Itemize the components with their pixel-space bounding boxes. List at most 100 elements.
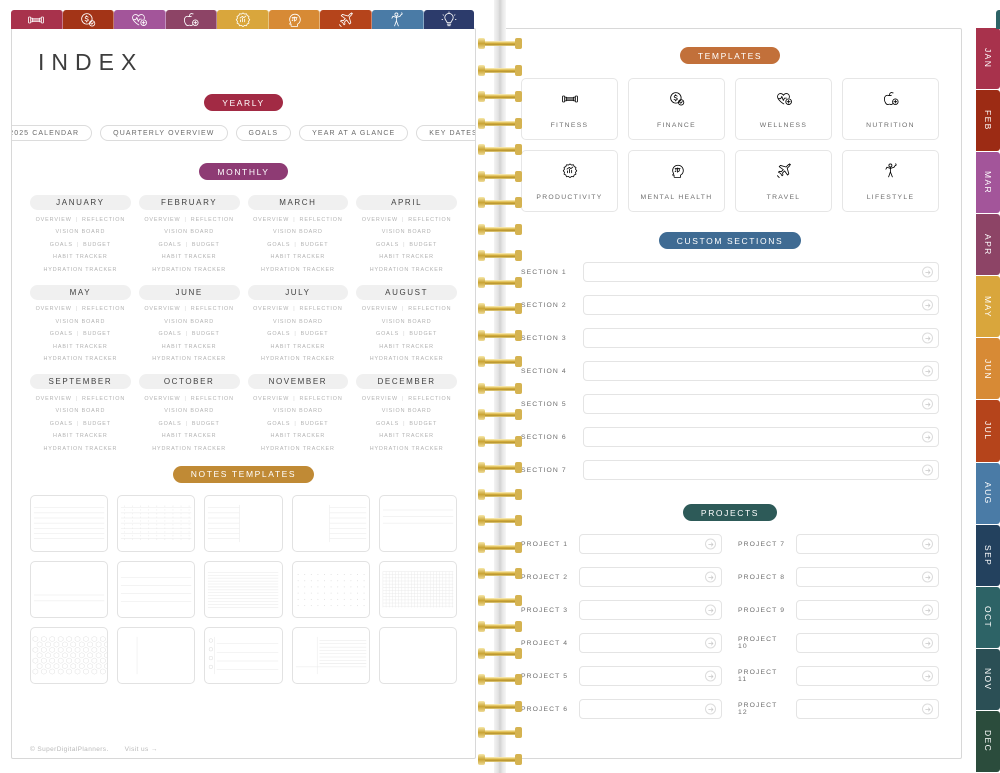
month-tab-may[interactable]: MAY <box>976 276 1000 338</box>
month-link-vision-board[interactable]: VISION BOARD <box>248 229 349 235</box>
note-template-wide-lines-sparse[interactable] <box>117 560 196 618</box>
note-template-dashed-grid[interactable] <box>117 494 196 552</box>
arrow-right-circle-icon[interactable] <box>705 538 716 550</box>
arrow-right-circle-icon[interactable] <box>922 464 933 476</box>
custom-section-6-input[interactable] <box>583 427 939 447</box>
month-link-hydration-tracker[interactable]: HYDRATION TRACKER <box>356 446 457 452</box>
month-link-habit-tracker[interactable]: HABIT TRACKER <box>30 254 131 260</box>
arrow-right-circle-icon[interactable] <box>922 604 933 616</box>
month-link-habit-tracker[interactable]: HABIT TRACKER <box>248 254 349 260</box>
month-link-goals-budget[interactable]: GOALS | BUDGET <box>30 421 131 427</box>
month-tab-sep[interactable]: SEP <box>976 524 1000 586</box>
month-link-hydration-tracker[interactable]: HYDRATION TRACKER <box>248 446 349 452</box>
month-link-vision-board[interactable]: VISION BOARD <box>356 319 457 325</box>
month-link-goals-budget[interactable]: GOALS | BUDGET <box>248 421 349 427</box>
monthly-heading[interactable]: MONTHLY <box>199 163 288 180</box>
arrow-right-circle-icon[interactable] <box>922 332 933 344</box>
category-tab-travel[interactable] <box>320 10 372 29</box>
month-link-vision-board[interactable]: VISION BOARD <box>139 408 240 414</box>
project-12-input[interactable] <box>796 699 939 719</box>
month-tab-dec[interactable]: DEC <box>976 710 1000 772</box>
month-link-overview-reflection[interactable]: OVERVIEW | REFLECTION <box>356 396 457 402</box>
month-name-december[interactable]: DECEMBER <box>356 374 457 389</box>
note-template-blank-page[interactable] <box>378 626 457 684</box>
month-link-overview-reflection[interactable]: OVERVIEW | REFLECTION <box>248 396 349 402</box>
month-link-habit-tracker[interactable]: HABIT TRACKER <box>139 254 240 260</box>
notes-templates-heading[interactable]: NOTES TEMPLATES <box>172 465 315 483</box>
month-link-goals-budget[interactable]: GOALS | BUDGET <box>30 331 131 337</box>
arrow-right-circle-icon[interactable] <box>922 670 933 682</box>
month-name-november[interactable]: NOVEMBER <box>247 374 349 389</box>
category-tab-fitness[interactable] <box>11 10 63 29</box>
month-tab-apr[interactable]: APR <box>976 214 1000 276</box>
month-link-overview-reflection[interactable]: OVERVIEW | REFLECTION <box>139 306 240 312</box>
month-name-february[interactable]: FEBRUARY <box>138 195 240 210</box>
visit-us-link[interactable]: Visit us → <box>125 746 158 753</box>
category-tab-lifestyle[interactable] <box>371 10 424 29</box>
yearly-link-0[interactable]: 2025 CALENDAR <box>12 125 93 141</box>
project-10-input[interactable] <box>796 633 939 653</box>
template-card-wellness[interactable]: WELLNESS <box>735 78 832 140</box>
month-link-hydration-tracker[interactable]: HYDRATION TRACKER <box>139 356 240 362</box>
arrow-right-circle-icon[interactable] <box>922 538 933 550</box>
month-name-september[interactable]: SEPTEMBER <box>30 374 131 389</box>
note-template-cornell-right-lines[interactable] <box>291 494 370 552</box>
month-tab-oct[interactable]: OCT <box>976 586 1000 648</box>
yearly-link-4[interactable]: KEY DATES <box>416 125 475 141</box>
project-9-input[interactable] <box>796 600 939 620</box>
project-3-input[interactable] <box>579 600 722 620</box>
month-link-habit-tracker[interactable]: HABIT TRACKER <box>356 254 457 260</box>
arrow-right-circle-icon[interactable] <box>705 604 716 616</box>
month-link-hydration-tracker[interactable]: HYDRATION TRACKER <box>139 446 240 452</box>
arrow-right-circle-icon[interactable] <box>922 637 933 649</box>
custom-section-3-input[interactable] <box>583 328 939 348</box>
project-6-input[interactable] <box>579 699 722 719</box>
note-template-checklist-lines[interactable] <box>204 626 283 684</box>
month-link-habit-tracker[interactable]: HABIT TRACKER <box>139 344 240 350</box>
month-link-vision-board[interactable]: VISION BOARD <box>30 408 131 414</box>
arrow-right-circle-icon[interactable] <box>922 703 933 715</box>
month-link-overview-reflection[interactable]: OVERVIEW | REFLECTION <box>139 217 240 223</box>
month-link-habit-tracker[interactable]: HABIT TRACKER <box>356 433 457 439</box>
arrow-right-circle-icon[interactable] <box>705 637 716 649</box>
page-tab-1[interactable]: 1 <box>996 10 1000 29</box>
yearly-link-2[interactable]: GOALS <box>235 125 292 141</box>
month-tab-aug[interactable]: AUG <box>976 462 1000 524</box>
arrow-right-circle-icon[interactable] <box>922 299 933 311</box>
note-template-dot-grid[interactable] <box>291 560 370 618</box>
month-name-july[interactable]: JULY <box>247 284 349 300</box>
month-link-hydration-tracker[interactable]: HYDRATION TRACKER <box>248 267 349 273</box>
month-link-overview-reflection[interactable]: OVERVIEW | REFLECTION <box>248 217 349 223</box>
project-1-input[interactable] <box>579 534 722 554</box>
month-link-vision-board[interactable]: VISION BOARD <box>356 229 457 235</box>
note-template-hexagon-grid[interactable] <box>30 626 109 684</box>
month-link-habit-tracker[interactable]: HABIT TRACKER <box>248 344 349 350</box>
month-link-vision-board[interactable]: VISION BOARD <box>248 319 349 325</box>
month-link-goals-budget[interactable]: GOALS | BUDGET <box>356 331 457 337</box>
note-template-header-box-lines[interactable] <box>378 494 457 552</box>
arrow-right-circle-icon[interactable] <box>705 571 716 583</box>
category-tab-wellness[interactable] <box>114 10 166 29</box>
month-tab-nov[interactable]: NOV <box>976 648 1000 710</box>
month-link-vision-board[interactable]: VISION BOARD <box>30 319 131 325</box>
note-template-narrow-ruled-lines[interactable] <box>204 560 283 618</box>
note-template-two-zone-blank[interactable] <box>30 560 109 618</box>
project-8-input[interactable] <box>796 567 939 587</box>
month-link-hydration-tracker[interactable]: HYDRATION TRACKER <box>30 446 131 452</box>
category-tab-nutrition[interactable] <box>165 10 218 29</box>
month-name-august[interactable]: AUGUST <box>356 284 457 300</box>
month-tab-jun[interactable]: JUN <box>976 338 1000 400</box>
month-link-vision-board[interactable]: VISION BOARD <box>30 229 131 235</box>
month-name-may[interactable]: MAY <box>30 284 131 300</box>
month-link-goals-budget[interactable]: GOALS | BUDGET <box>139 242 240 248</box>
category-tab-finance[interactable] <box>62 10 115 29</box>
month-link-hydration-tracker[interactable]: HYDRATION TRACKER <box>248 356 349 362</box>
template-card-fitness[interactable]: FITNESS <box>521 78 618 140</box>
month-name-october[interactable]: OCTOBER <box>138 374 240 389</box>
month-link-hydration-tracker[interactable]: HYDRATION TRACKER <box>139 267 240 273</box>
arrow-right-circle-icon[interactable] <box>922 571 933 583</box>
custom-section-4-input[interactable] <box>583 361 939 381</box>
custom-sections-heading[interactable]: CUSTOM SECTIONS <box>658 232 802 249</box>
category-tab-productivity[interactable] <box>217 10 269 29</box>
month-link-habit-tracker[interactable]: HABIT TRACKER <box>248 433 349 439</box>
